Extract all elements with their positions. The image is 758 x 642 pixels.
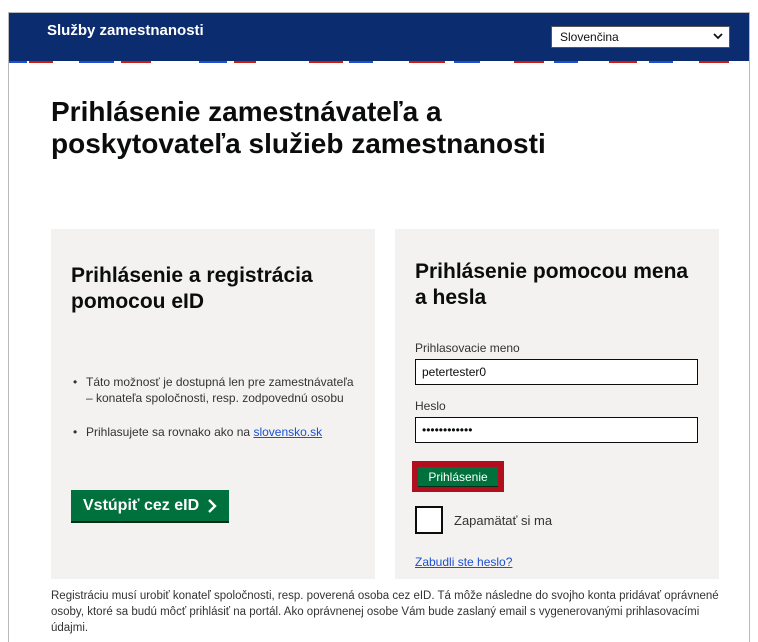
username-label: Prihlasovacie meno (415, 341, 520, 355)
site-header: Služby zamestnanosti Slovenčina (9, 13, 749, 61)
header-stripes (9, 61, 749, 64)
brand-title[interactable]: Služby zamestnanosti (47, 22, 204, 39)
eid-info-list: Táto možnosť je dostupná len pre zamestn… (71, 374, 361, 458)
eid-login-panel: Prihlásenie a registrácia pomocou eID Tá… (51, 229, 375, 579)
slovensko-sk-link[interactable]: slovensko.sk (253, 425, 322, 439)
language-value: Slovenčina (560, 30, 619, 44)
eid-info-text-2: Prihlasujete sa rovnako ako na (86, 425, 254, 439)
login-button[interactable]: Prihlásenie (418, 467, 498, 486)
registration-note: Registráciu musí urobiť konateľ spoločno… (51, 590, 719, 634)
username-input[interactable] (415, 359, 698, 385)
password-panel-heading: Prihlásenie pomocou mena a hesla (415, 260, 689, 309)
page-title: Prihlásenie zamestnávateľa a poskytovate… (51, 96, 546, 159)
chevron-right-icon (208, 498, 217, 513)
remember-me-label[interactable]: Zapamätať si ma (454, 513, 552, 528)
browser-frame: Služby zamestnanosti Slovenčina Prihláse… (8, 12, 750, 642)
forgot-password-link[interactable]: Zabudli ste heslo? (415, 555, 512, 569)
list-item: Prihlasujete sa rovnako ako na slovensko… (71, 424, 361, 440)
eid-panel-heading: Prihlásenie a registrácia pomocou eID (71, 264, 313, 313)
eid-info-text: Táto možnosť je dostupná len pre zamestn… (86, 375, 354, 405)
language-select[interactable]: Slovenčina (551, 26, 730, 48)
login-button-highlight: Prihlásenie (412, 461, 504, 492)
eid-login-button-label: Vstúpiť cez eID (83, 496, 200, 514)
remember-me-checkbox[interactable] (415, 506, 443, 534)
eid-login-button[interactable]: Vstúpiť cez eID (71, 490, 229, 521)
password-label: Heslo (415, 399, 446, 413)
chevron-down-icon (713, 33, 723, 40)
password-input[interactable] (415, 417, 698, 443)
password-login-panel: Prihlásenie pomocou mena a hesla Prihlas… (395, 229, 719, 579)
list-item: Táto možnosť je dostupná len pre zamestn… (71, 374, 361, 406)
